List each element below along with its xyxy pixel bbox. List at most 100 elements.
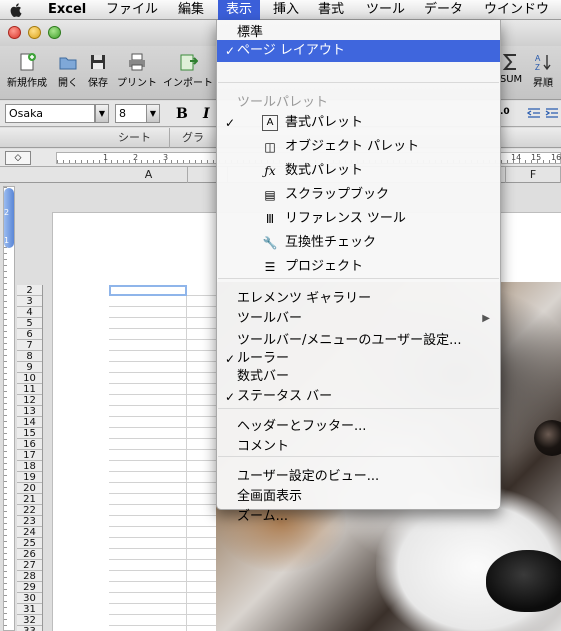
row-header[interactable]: 24 (17, 527, 42, 538)
font-size-field[interactable]: 8 (115, 104, 147, 123)
menu-item-17[interactable]: ヘッダーとフッター... (217, 416, 500, 438)
row-header[interactable]: 31 (17, 604, 42, 615)
bold-button[interactable]: B (176, 105, 188, 123)
column-header-a[interactable]: A (110, 167, 188, 183)
menu-item-label: ステータス バー (237, 389, 333, 404)
font-name-dropdown-icon[interactable]: ▼ (95, 104, 109, 123)
row-header[interactable]: 16 (17, 439, 42, 450)
menu-item-12[interactable]: ツールバー ▶ (217, 308, 500, 330)
save-button[interactable]: 保存 (84, 52, 112, 96)
row-header[interactable]: 28 (17, 571, 42, 582)
menu-window[interactable]: ウインドウ (476, 0, 557, 20)
row-header[interactable]: 14 (17, 417, 42, 428)
row-header[interactable]: 7 (17, 340, 42, 351)
menu-item-19[interactable]: ユーザー設定のビュー... (217, 466, 500, 488)
menu-bar: Excel ファイル 編集 表示 挿入 書式 ツール データ ウインドウ (0, 0, 561, 20)
checkmark-icon: ✓ (225, 390, 236, 404)
menu-item-2[interactable]: ✓ ページ レイアウト (217, 40, 500, 62)
row-header[interactable]: 9 (17, 362, 42, 373)
printer-icon (127, 52, 147, 72)
sort-ascending-label: 昇順 (533, 78, 553, 89)
menu-insert[interactable]: 挿入 (265, 0, 307, 20)
menu-item-label: コメント (237, 439, 290, 454)
menu-item-15[interactable]: 数式バー (217, 366, 500, 388)
row-header[interactable]: 32 (17, 615, 42, 626)
menu-item-20[interactable]: 全画面表示 (217, 486, 500, 508)
row-header[interactable]: 15 (17, 428, 42, 439)
menu-item-16[interactable]: ✓ ステータス バー (217, 386, 500, 408)
checkmark-icon: ✓ (225, 116, 236, 130)
menu-edit[interactable]: 編集 (170, 0, 212, 20)
row-header[interactable]: 12 (17, 395, 42, 406)
minimize-window-button[interactable] (28, 26, 41, 39)
format-palette-icon: A (262, 115, 278, 131)
tab-charts[interactable]: グラ (170, 128, 216, 148)
tab-sheets[interactable]: シート (100, 128, 170, 148)
menu-file[interactable]: ファイル (98, 0, 166, 20)
row-header[interactable]: 29 (17, 582, 42, 593)
decimal-button[interactable]: .0 (500, 107, 510, 117)
app-menu-excel[interactable]: Excel (40, 0, 94, 20)
row-header[interactable]: 3 (17, 296, 42, 307)
row-header[interactable]: 25 (17, 538, 42, 549)
import-button[interactable]: インポート (162, 52, 214, 96)
row-header[interactable]: 30 (17, 593, 42, 604)
row-header[interactable]: 11 (17, 384, 42, 395)
menu-item-5[interactable]: ◫ オブジェクト パレット (217, 136, 500, 158)
view-toggle-icon[interactable]: ◇ (5, 151, 31, 165)
sort-ascending-button[interactable]: AZ 昇順 (528, 52, 558, 96)
view-menu-dropdown: 標準 ✓ ページ レイアウト ツールパレット ✓ A 書式パレット ◫ オブジェクト パレット ƒ… (216, 20, 501, 524)
row-header[interactable]: 26 (17, 549, 42, 560)
print-button[interactable]: プリント (114, 52, 160, 96)
menu-item-10[interactable]: ☰ プロジェクト (217, 256, 500, 278)
open-label: 開く (58, 78, 78, 89)
dog-eye (534, 420, 561, 456)
row-header[interactable]: 19 (17, 472, 42, 483)
row-header[interactable]: 6 (17, 329, 42, 340)
italic-button[interactable]: I (203, 105, 210, 123)
menu-item-8[interactable]: Ⅲ リファレンス ツール (217, 208, 500, 230)
menu-item-9[interactable]: 🔧 互換性チェック (217, 232, 500, 254)
menu-item-18[interactable]: コメント (217, 436, 500, 458)
row-header[interactable]: 33 (17, 626, 42, 631)
zoom-window-button[interactable] (48, 26, 61, 39)
selected-cell-a1[interactable] (109, 285, 187, 296)
row-header[interactable]: 22 (17, 505, 42, 516)
font-size-dropdown-icon[interactable]: ▼ (146, 104, 160, 123)
row-header[interactable]: 20 (17, 483, 42, 494)
menu-tools[interactable]: ツール (358, 0, 413, 20)
indent-increase-icon[interactable] (545, 106, 559, 120)
menu-data[interactable]: データ (416, 0, 471, 20)
apple-menu-icon[interactable] (6, 0, 32, 20)
menu-format[interactable]: 書式 (310, 0, 352, 20)
font-name-field[interactable]: Osaka (5, 104, 95, 123)
open-button[interactable]: 開く (54, 52, 82, 96)
row-header[interactable]: 10 (17, 373, 42, 384)
indent-decrease-icon[interactable] (526, 106, 541, 120)
row-header[interactable]: 18 (17, 461, 42, 472)
row-header[interactable]: 27 (17, 560, 42, 571)
column-header-f[interactable]: F (505, 167, 561, 183)
svg-text:A: A (535, 54, 541, 63)
menu-item-label: ツールバー (237, 311, 303, 326)
menu-item-21[interactable]: ズーム... (217, 506, 500, 528)
row-header[interactable]: 21 (17, 494, 42, 505)
row-header[interactable]: 8 (17, 351, 42, 362)
menu-view[interactable]: 表示 (218, 0, 261, 20)
row-header[interactable]: 2 (17, 285, 42, 296)
menu-item-4[interactable]: ✓ A 書式パレット (217, 112, 500, 134)
print-label: プリント (117, 78, 157, 89)
menu-item-7[interactable]: ▤ スクラップブック (217, 184, 500, 206)
row-header[interactable]: 5 (17, 318, 42, 329)
vertical-ruler[interactable] (3, 186, 15, 631)
menu-item-label: ヘッダーとフッター... (237, 419, 367, 434)
row-header[interactable]: 23 (17, 516, 42, 527)
menu-item-6[interactable]: ƒx 数式パレット (217, 160, 500, 182)
new-workbook-button[interactable]: 新規作成 (4, 52, 50, 96)
row-header[interactable]: 4 (17, 307, 42, 318)
row-header[interactable]: 13 (17, 406, 42, 417)
menu-item-label: ツールパレット (237, 95, 329, 110)
close-window-button[interactable] (8, 26, 21, 39)
menu-item-11[interactable]: エレメンツ ギャラリー (217, 288, 500, 310)
row-header[interactable]: 17 (17, 450, 42, 461)
